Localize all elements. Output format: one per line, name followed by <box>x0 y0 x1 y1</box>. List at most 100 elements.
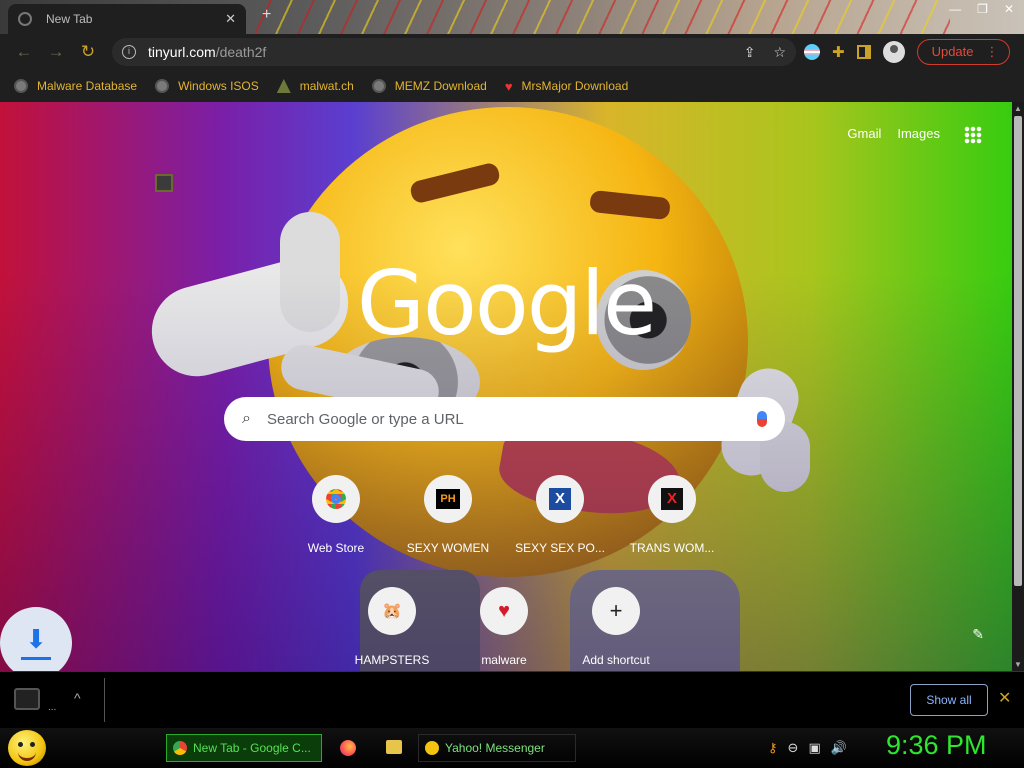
folder-icon[interactable] <box>386 740 402 754</box>
shortcut-label: Add shortcut <box>582 653 650 667</box>
x-logo-icon: X <box>661 488 683 510</box>
tab-new-tab[interactable]: New Tab ✕ <box>8 4 246 34</box>
download-filename: ... <box>48 702 57 713</box>
taskbar-chrome[interactable]: New Tab - Google C... <box>166 734 322 762</box>
side-panel-icon[interactable] <box>856 45 871 59</box>
page-scrollbar[interactable]: ▲ ▼ <box>1012 102 1024 671</box>
maximize-button[interactable]: ❐ <box>977 2 988 16</box>
chrome-webstore-icon <box>326 489 346 509</box>
download-button[interactable]: ⬇ <box>0 607 72 679</box>
globe-icon <box>155 79 170 93</box>
scroll-thumb[interactable] <box>1014 116 1022 586</box>
heart-icon: ♥ <box>504 78 513 94</box>
bookmark-memz-download[interactable]: MEMZ Download <box>371 79 487 93</box>
extensions-icon[interactable]: ✚ <box>832 43 845 61</box>
minimize-button[interactable]: — <box>949 2 961 16</box>
minus-icon[interactable]: ⊖ <box>788 740 799 756</box>
hamster-icon: 🐹 <box>382 603 402 620</box>
download-arrow-icon: ⬇ <box>25 623 47 654</box>
update-button[interactable]: Update ⋮ <box>916 39 1010 65</box>
customize-pencil-icon[interactable]: ✎ <box>972 626 984 643</box>
scroll-up-icon[interactable]: ▲ <box>1014 104 1022 113</box>
taskbar-yahoo-messenger[interactable]: Yahoo! Messenger <box>418 734 576 762</box>
new-tab-page: Gmail Images Google ⌕ Search Google or t… <box>0 102 1012 671</box>
key-icon[interactable]: ⚷ <box>768 740 778 756</box>
shortcut-label: HAMPSTERS <box>354 653 430 667</box>
clock[interactable]: 9:36 PM <box>886 730 987 761</box>
url-path: /death2f <box>215 44 267 60</box>
bookmark-malwatch[interactable]: malwat.ch <box>276 79 354 93</box>
globe-icon <box>14 79 28 93</box>
search-input[interactable]: Search Google or type a URL <box>267 411 757 428</box>
system-tray: ⚷ ⊖ ▣ 🔊 <box>768 740 847 756</box>
new-tab-button[interactable]: + <box>262 6 271 24</box>
firefox-icon[interactable] <box>340 740 356 756</box>
shortcut-icon-circle: + <box>592 587 640 635</box>
shortcut-sexy-women[interactable]: PH SEXY WOMEN <box>392 475 504 555</box>
globe-icon <box>371 79 386 93</box>
title-bar: New Tab ✕ + — ❐ ✕ <box>0 0 1024 34</box>
search-box[interactable]: ⌕ Search Google or type a URL <box>224 397 785 441</box>
biohazard-icon <box>276 79 291 93</box>
browser-toolbar: ← → ↻ i tinyurl.com /death2f ⇪ ☆ ✚ Updat… <box>0 34 1024 70</box>
reload-button[interactable]: ↻ <box>72 42 104 62</box>
close-shelf-icon[interactable]: ✕ <box>998 688 1011 708</box>
address-bar[interactable]: i tinyurl.com /death2f ⇪ ☆ <box>112 38 796 66</box>
google-top-links: Gmail Images <box>847 126 940 141</box>
shortcut-icon-circle: X <box>648 475 696 523</box>
shortcut-web-store[interactable]: Web Store <box>280 475 392 555</box>
shortcut-icon-circle <box>312 475 360 523</box>
profile-avatar[interactable] <box>882 41 905 63</box>
site-info-icon[interactable]: i <box>122 45 136 59</box>
yahoo-smiley-icon <box>425 741 439 755</box>
window-controls: — ❐ ✕ <box>949 2 1014 16</box>
taskbar-label: New Tab - Google C... <box>193 741 311 755</box>
google-apps-icon[interactable] <box>964 126 982 144</box>
google-logo: Google <box>356 252 657 355</box>
shortcut-icon-circle: PH <box>424 475 472 523</box>
heart-icon: ♥ <box>498 599 510 622</box>
bookmark-label: MEMZ Download <box>394 79 487 93</box>
forward-button[interactable]: → <box>40 42 72 62</box>
bookmark-windows-isos[interactable]: Windows ISOS <box>155 79 259 93</box>
network-icon[interactable]: ▣ <box>808 740 820 756</box>
back-button[interactable]: ← <box>8 42 40 62</box>
ph-logo-icon: PH <box>436 489 460 509</box>
shortcut-icon-circle: X <box>536 475 584 523</box>
chrome-favicon-icon <box>18 12 32 26</box>
bookmark-label: Windows ISOS <box>178 79 259 93</box>
chrome-icon <box>173 741 187 755</box>
shortcut-label: Web Store <box>307 541 365 555</box>
show-all-button[interactable]: Show all <box>910 684 988 716</box>
shortcut-hampsters[interactable]: 🐹 HAMPSTERS <box>336 587 448 667</box>
x-logo-icon: X <box>549 488 571 510</box>
bookmark-label: MrsMajor Download <box>521 79 629 93</box>
plus-icon: + <box>609 598 623 623</box>
scroll-down-icon[interactable]: ▼ <box>1014 660 1022 669</box>
shortcut-label: SEXY WOMEN <box>406 541 490 555</box>
images-link[interactable]: Images <box>897 126 940 141</box>
share-icon[interactable]: ⇪ <box>744 44 756 61</box>
menu-dots-icon: ⋮ <box>985 44 999 59</box>
gmail-link[interactable]: Gmail <box>847 126 881 141</box>
volume-icon[interactable]: 🔊 <box>831 740 847 756</box>
bookmark-star-icon[interactable]: ☆ <box>773 44 786 61</box>
microphone-icon[interactable] <box>757 411 767 427</box>
download-options-caret-icon[interactable]: ^ <box>74 690 81 706</box>
shortcut-malware[interactable]: ♥ malware <box>448 587 560 667</box>
shortcut-label: TRANS WOM... <box>629 541 715 555</box>
bookmark-label: malwat.ch <box>299 79 354 93</box>
trans-flag-extension-icon[interactable] <box>804 44 820 60</box>
bookmark-malware-database[interactable]: Malware Database <box>14 79 137 93</box>
wallpaper-streaks <box>250 0 950 34</box>
bookmark-mrsmajor-download[interactable]: ♥ MrsMajor Download <box>505 79 628 94</box>
start-smiley-icon[interactable] <box>8 730 46 766</box>
shortcut-trans-wom[interactable]: X TRANS WOM... <box>616 475 728 555</box>
close-window-button[interactable]: ✕ <box>1004 2 1014 16</box>
bookmarks-bar: Malware Database Windows ISOS malwat.ch … <box>0 70 1024 102</box>
shortcut-sexy-sex-po[interactable]: X SEXY SEX PO... <box>504 475 616 555</box>
shortcut-add[interactable]: + Add shortcut <box>560 587 672 667</box>
tab-close-icon[interactable]: ✕ <box>225 11 236 27</box>
download-file-icon[interactable] <box>14 688 40 710</box>
url-host: tinyurl.com <box>148 44 216 60</box>
